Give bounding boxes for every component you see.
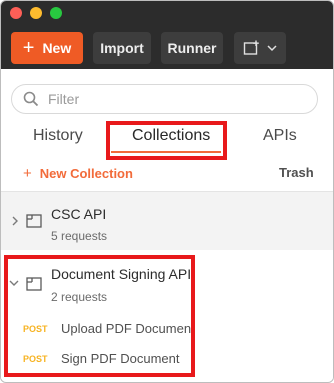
new-button-label: New (42, 40, 72, 56)
runner-button[interactable]: Runner (161, 32, 223, 64)
new-collection-label: New Collection (39, 166, 133, 181)
plus-icon: + (22, 37, 35, 59)
collection-item-csc-api[interactable]: CSC API 5 requests (1, 192, 333, 250)
collection-request-count: 5 requests (51, 229, 108, 243)
window-close-button[interactable] (10, 7, 22, 19)
filter-search-box (11, 84, 318, 114)
window-zoom-button[interactable] (50, 7, 62, 19)
document-signing-highlight-box (4, 255, 195, 377)
folder-icon (26, 214, 42, 228)
new-button[interactable]: + New (11, 32, 83, 64)
trash-link[interactable]: Trash (279, 165, 314, 180)
new-window-dropdown-button[interactable] (234, 32, 286, 64)
plus-icon: + (23, 165, 32, 182)
import-button[interactable]: Import (93, 32, 151, 64)
new-window-icon (243, 40, 259, 55)
import-button-label: Import (100, 40, 144, 56)
runner-button-label: Runner (167, 40, 217, 56)
filter-input[interactable] (46, 90, 300, 108)
tab-history[interactable]: History (33, 127, 83, 145)
collection-name: CSC API (51, 206, 107, 222)
postman-sidebar-window: + New Import Runner History Collections (0, 0, 334, 383)
chevron-right-icon (12, 216, 18, 226)
window-minimize-button[interactable] (30, 7, 42, 19)
new-collection-button[interactable]: + New Collection (23, 165, 133, 182)
collections-tab-highlight-box (106, 121, 227, 160)
chevron-down-icon (266, 45, 277, 52)
tab-apis[interactable]: APIs (263, 127, 297, 145)
search-icon (23, 91, 39, 107)
header-toolbar: + New Import Runner (1, 1, 333, 69)
